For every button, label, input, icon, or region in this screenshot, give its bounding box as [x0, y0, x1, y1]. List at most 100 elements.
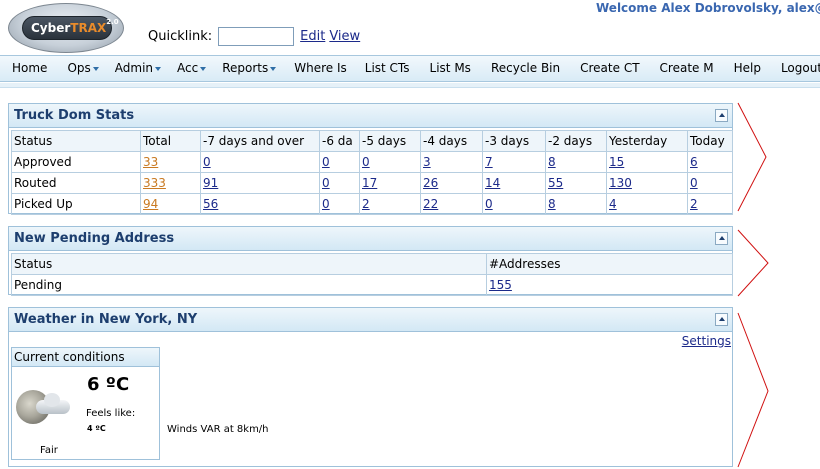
column-header: -5 days	[359, 130, 421, 152]
chevron-down-icon	[92, 66, 99, 71]
main-nav: Home Ops Admin Acc Reports Where Is List…	[0, 55, 820, 82]
nav-ops[interactable]: Ops	[59, 55, 106, 82]
logo-wordmark: CyberTRAX2.0	[22, 16, 119, 40]
truck-dom-stats-panel: Truck Dom Stats Status Total -7 days and…	[8, 103, 733, 215]
chevron-down-icon	[200, 66, 207, 71]
feels-like-value: 4 ºC	[87, 424, 106, 433]
nav-recycle-bin[interactable]: Recycle Bin	[481, 55, 570, 82]
temperature: 6 ºC	[87, 374, 130, 395]
column-header: -2 days	[545, 130, 607, 152]
count-link[interactable]: 17	[362, 176, 377, 190]
bracket-weather	[737, 312, 769, 468]
quicklink-input[interactable]	[218, 27, 295, 46]
column-header: -3 days	[482, 130, 546, 152]
count-link[interactable]: 2	[362, 197, 370, 211]
count-link[interactable]: 0	[322, 155, 330, 169]
weather-condition: Fair	[40, 445, 58, 456]
total-link[interactable]: 94	[143, 197, 158, 211]
column-header: Yesterday	[606, 130, 688, 152]
count-link[interactable]: 0	[322, 176, 330, 190]
total-link[interactable]: 33	[143, 155, 158, 169]
table-header-row: Status #Addresses	[11, 253, 733, 275]
count-link[interactable]: 7	[485, 155, 493, 169]
nav-create-m[interactable]: Create M	[650, 55, 724, 82]
column-header: Today	[687, 130, 733, 152]
count-link[interactable]: 91	[203, 176, 218, 190]
table-row: Pending 155	[11, 274, 733, 296]
count-link[interactable]: 0	[485, 197, 493, 211]
row-status: Pending	[11, 274, 487, 296]
panel-title: Weather in New York, NY	[14, 312, 198, 327]
count-link[interactable]: 0	[690, 176, 698, 190]
quicklink-view-link[interactable]: View	[329, 29, 360, 44]
pending-address-panel: New Pending Address Status #Addresses Pe…	[8, 226, 733, 296]
feels-like-label: Feels like:	[86, 408, 136, 419]
count-link[interactable]: 22	[423, 197, 438, 211]
annotation-brackets	[737, 102, 769, 468]
count-link[interactable]: 3	[423, 155, 431, 169]
count-link[interactable]: 15	[609, 155, 624, 169]
truck-dom-table: Status Total -7 days and over -6 da -5 d…	[11, 130, 733, 215]
count-link[interactable]: 130	[609, 176, 632, 190]
nav-subbar	[0, 83, 820, 88]
count-link[interactable]: 55	[548, 176, 563, 190]
column-header: -4 days	[420, 130, 483, 152]
count-link[interactable]: 2	[690, 197, 698, 211]
count-link[interactable]: 0	[362, 155, 370, 169]
cybertrax-logo[interactable]: CyberTRAX2.0	[8, 3, 124, 53]
column-header: Status	[11, 253, 487, 275]
nav-create-ct[interactable]: Create CT	[570, 55, 649, 82]
column-header: Total	[140, 130, 201, 152]
column-header: -7 days and over	[200, 130, 320, 152]
collapse-icon[interactable]	[715, 232, 728, 245]
pending-address-table: Status #Addresses Pending 155	[11, 253, 733, 296]
count-link[interactable]: 0	[203, 155, 211, 169]
wind-info: Winds VAR at 8km/h	[167, 424, 269, 435]
count-link[interactable]: 0	[322, 197, 330, 211]
bracket-truck-dom	[737, 102, 767, 212]
nav-list-ms[interactable]: List Ms	[420, 55, 481, 82]
weather-panel: Weather in New York, NY Settings Current…	[8, 307, 733, 467]
column-header: #Addresses	[486, 253, 733, 275]
current-conditions-label: Current conditions	[12, 348, 159, 367]
table-row: Approved 33 0 0 0 3 7 8 15 6	[11, 151, 733, 173]
panel-header: New Pending Address	[9, 227, 732, 251]
panel-header: Truck Dom Stats	[9, 104, 732, 128]
nav-admin[interactable]: Admin	[107, 55, 169, 82]
row-status: Approved	[11, 151, 141, 173]
table-row: Picked Up 94 56 0 2 22 0 8 4 2	[11, 193, 733, 215]
count-link[interactable]: 14	[485, 176, 500, 190]
count-link[interactable]: 8	[548, 197, 556, 211]
count-link[interactable]: 26	[423, 176, 438, 190]
collapse-icon[interactable]	[715, 109, 728, 122]
table-header-row: Status Total -7 days and over -6 da -5 d…	[11, 130, 733, 152]
nav-home[interactable]: Home	[0, 55, 59, 82]
nav-list-cts[interactable]: List CTs	[355, 55, 420, 82]
panel-title: New Pending Address	[14, 231, 175, 246]
column-header: Status	[11, 130, 141, 152]
nav-reports[interactable]: Reports	[214, 55, 284, 82]
count-link[interactable]: 4	[609, 197, 617, 211]
cloud-icon	[36, 393, 70, 414]
nav-where-is[interactable]: Where Is	[284, 55, 355, 82]
chevron-down-icon	[155, 66, 162, 71]
count-link[interactable]: 8	[548, 155, 556, 169]
total-link[interactable]: 333	[143, 176, 166, 190]
panel-header: Weather in New York, NY	[9, 308, 732, 332]
panel-title: Truck Dom Stats	[14, 108, 135, 123]
table-row: Routed 333 91 0 17 26 14 55 130 0	[11, 172, 733, 194]
row-status: Picked Up	[11, 193, 141, 215]
quicklink-edit-link[interactable]: Edit	[300, 29, 325, 44]
quicklink-label: Quicklink:	[148, 29, 213, 44]
chevron-down-icon	[270, 66, 277, 71]
weather-settings-link[interactable]: Settings	[682, 334, 731, 348]
collapse-icon[interactable]	[715, 313, 728, 326]
row-status: Routed	[11, 172, 141, 194]
address-count-link[interactable]: 155	[489, 278, 512, 292]
count-link[interactable]: 6	[690, 155, 698, 169]
weather-body: Settings Current conditions 6 ºC Feels l…	[9, 332, 732, 466]
bracket-pending-address	[737, 229, 769, 297]
nav-acc[interactable]: Acc	[169, 55, 214, 82]
count-link[interactable]: 56	[203, 197, 218, 211]
current-conditions-box: Current conditions 6 ºC Feels like: 4 ºC…	[11, 347, 160, 460]
